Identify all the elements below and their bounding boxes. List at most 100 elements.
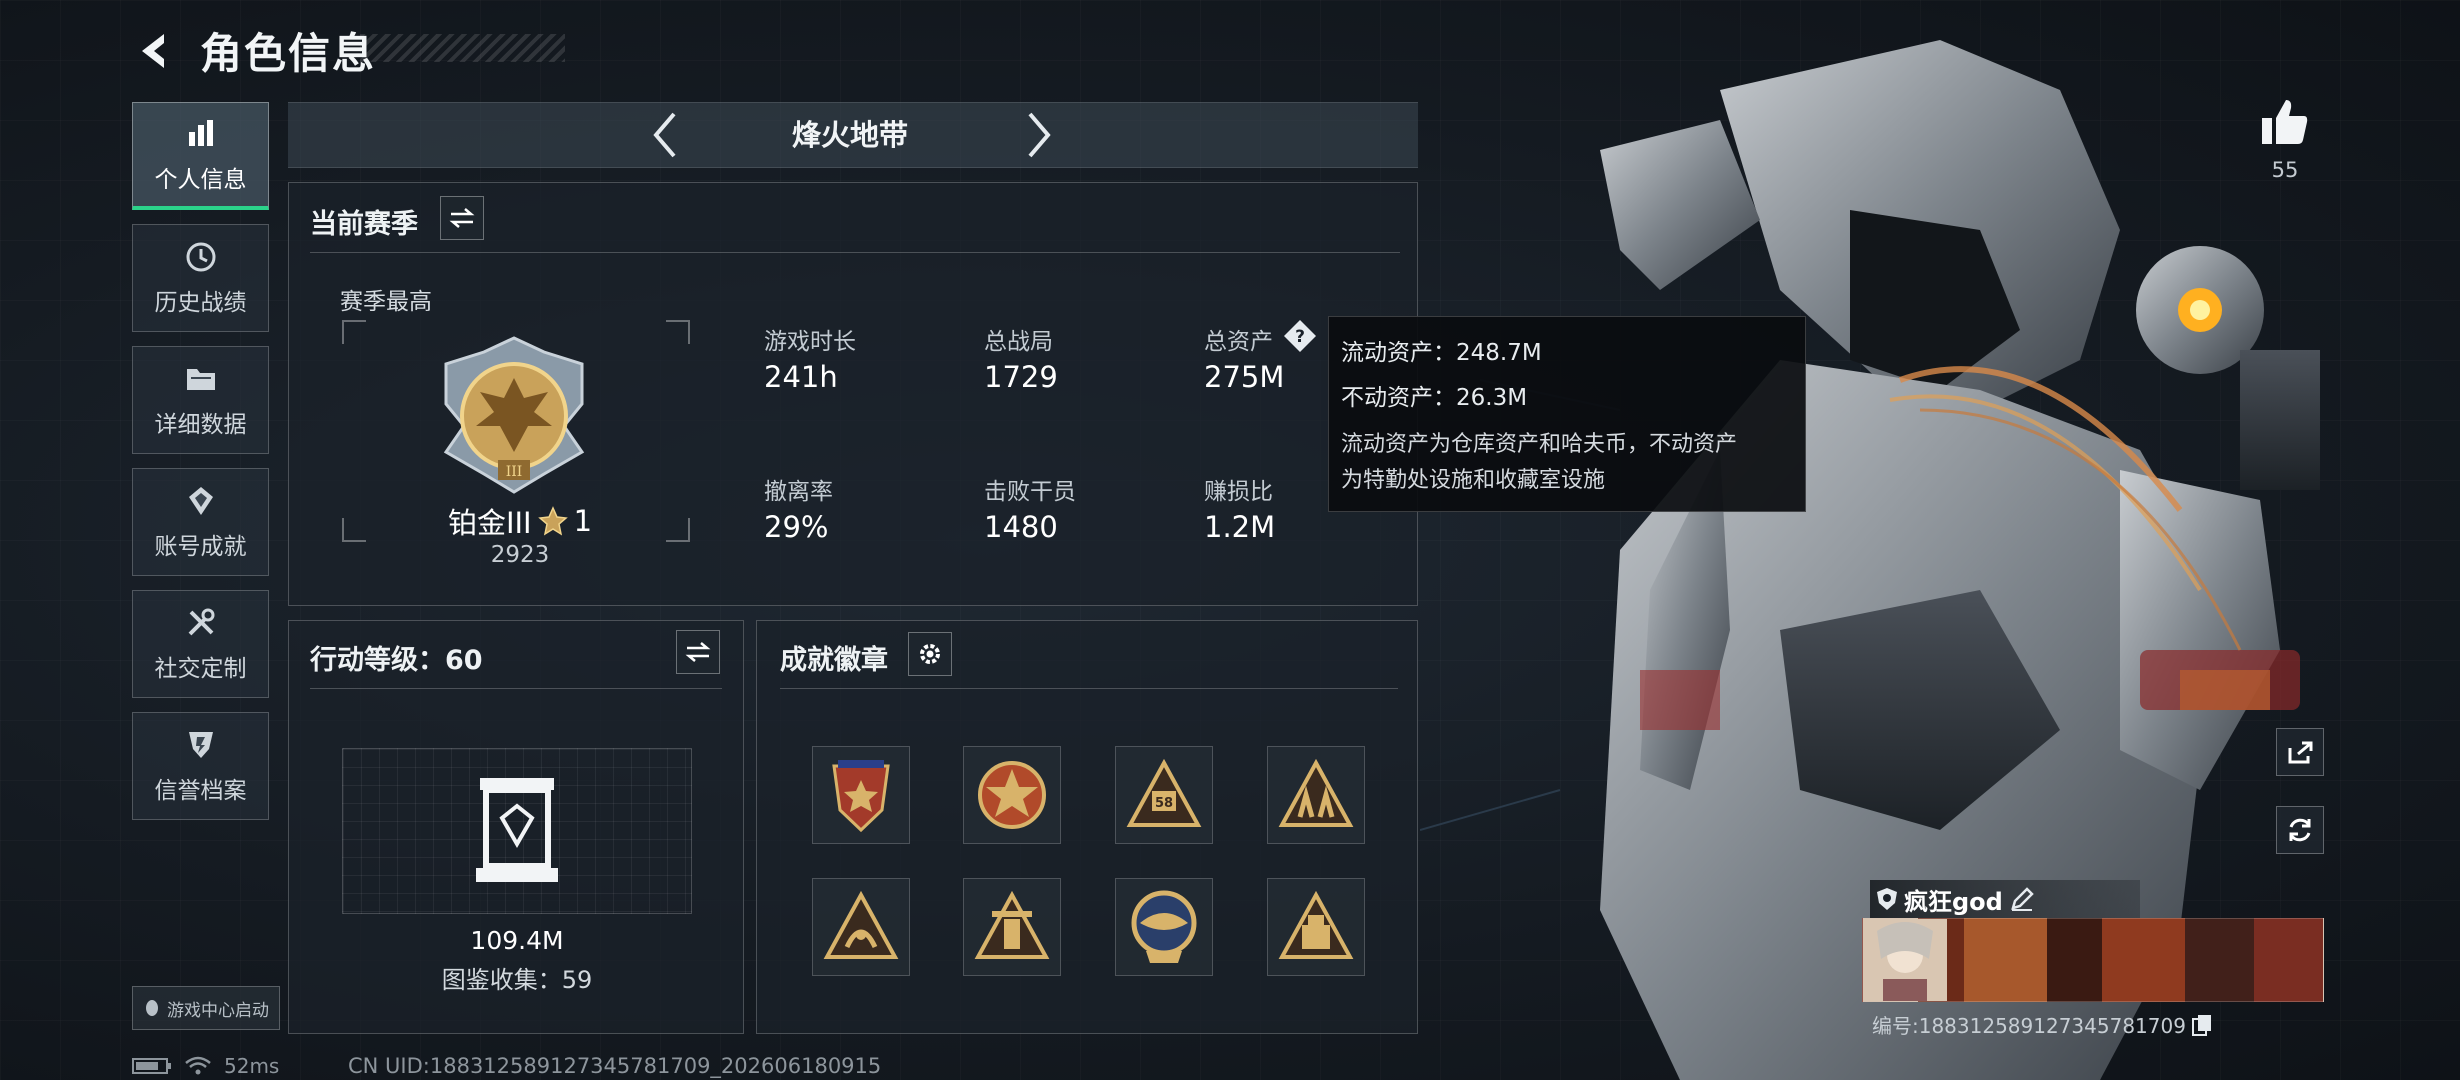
stat-label: 击败干员 bbox=[984, 479, 1076, 505]
badges-title: 成就徽章 bbox=[780, 645, 888, 676]
share-button[interactable] bbox=[2276, 728, 2324, 776]
rank-emblem-icon: III bbox=[443, 336, 585, 494]
stat-value: 1.2M bbox=[1204, 510, 1276, 544]
sidebar-item-social[interactable]: 社交定制 bbox=[132, 590, 269, 698]
stat-label: 赚损比 bbox=[1204, 479, 1273, 505]
refresh-button[interactable] bbox=[2276, 806, 2324, 854]
next-mode-arrow-icon[interactable] bbox=[1024, 110, 1054, 160]
badge-circle-wing-icon bbox=[1131, 890, 1197, 963]
season-switch-button[interactable] bbox=[440, 196, 484, 240]
sidebar-item-label: 社交定制 bbox=[154, 656, 247, 682]
season-divider bbox=[310, 252, 1400, 253]
badge-item[interactable]: 58 bbox=[1115, 746, 1213, 844]
action-level-switch-button[interactable] bbox=[676, 630, 720, 674]
badge-triangle-tower-icon bbox=[974, 891, 1050, 959]
badge-star-circle-icon bbox=[978, 761, 1046, 829]
player-banner[interactable] bbox=[1862, 918, 2324, 1002]
wifi-icon bbox=[185, 1056, 211, 1075]
sidebar-item-personal-info[interactable]: 个人信息 bbox=[132, 102, 269, 210]
title-decoration bbox=[360, 34, 565, 62]
assets-description-line2: 为特勤处设施和收藏室设施 bbox=[1341, 468, 1606, 493]
uid-text: CN UID:18831258912734578170​9_2026061809… bbox=[348, 1054, 882, 1078]
swap-icon bbox=[685, 642, 711, 662]
action-level-title: 行动等级：60 bbox=[310, 645, 483, 676]
prev-mode-arrow-icon[interactable] bbox=[650, 110, 680, 160]
stat-label: 总资产 bbox=[1204, 329, 1273, 355]
badge-item[interactable] bbox=[1115, 878, 1213, 976]
svg-text:58: 58 bbox=[1155, 796, 1173, 811]
badge-triangle-58-icon: 58 bbox=[1126, 759, 1202, 827]
badge-item[interactable] bbox=[1267, 878, 1365, 976]
season-title: 当前赛季 bbox=[310, 209, 418, 240]
game-center-launch-button[interactable]: 游戏中心启动 bbox=[132, 986, 280, 1030]
sidebar-item-label: 详细数据 bbox=[154, 412, 247, 438]
refresh-icon bbox=[2289, 818, 2311, 842]
sidebar-item-label: 账号成就 bbox=[154, 534, 247, 560]
sidebar-item-achievements[interactable]: 账号成就 bbox=[132, 468, 269, 576]
stat-value: 1729 bbox=[984, 360, 1058, 394]
sidebar-item-credit[interactable]: 信誉档案 bbox=[132, 712, 269, 820]
badges-divider bbox=[780, 688, 1398, 689]
stat-label: 游戏时长 bbox=[764, 329, 856, 355]
thumbs-up-icon[interactable] bbox=[2260, 98, 2310, 146]
stat-value: 241h bbox=[764, 360, 838, 394]
badge-shield-star-icon bbox=[832, 760, 890, 833]
badge-item[interactable] bbox=[812, 878, 910, 976]
total-assets-help-button[interactable]: ? bbox=[1282, 318, 1318, 354]
back-arrow-icon[interactable] bbox=[132, 28, 178, 74]
svg-text:III: III bbox=[506, 464, 523, 480]
player-name-bar: 疯狂god bbox=[1870, 880, 2140, 918]
collection-case-icon bbox=[476, 778, 558, 882]
action-divider bbox=[310, 688, 722, 689]
svg-text:?: ? bbox=[1295, 327, 1305, 347]
badge-item[interactable] bbox=[812, 746, 910, 844]
stat-value: 275M bbox=[1204, 360, 1285, 394]
badge-triangle-figures-icon bbox=[1278, 759, 1354, 827]
liquid-assets-text: 流动资产：248.7M bbox=[1341, 340, 1542, 366]
assets-tooltip: 流动资产：248.7M 不动资产：26.3M 流动资产为仓库资产和哈夫币，不动资… bbox=[1328, 316, 1806, 512]
player-id: 编号:18831258912734578170​9 bbox=[1872, 1014, 2186, 1038]
page-title: 角色信息 bbox=[200, 29, 377, 78]
stat-label: 总战局 bbox=[984, 329, 1053, 355]
collection-value: 109.4M bbox=[470, 926, 564, 955]
sidebar-item-label: 历史战绩 bbox=[154, 290, 247, 316]
credit-shield-icon bbox=[188, 732, 213, 758]
rank-stars: 1 bbox=[573, 504, 593, 538]
badge-item[interactable] bbox=[1267, 746, 1365, 844]
penguin-icon bbox=[146, 1000, 158, 1016]
sidebar-item-history[interactable]: 历史战绩 bbox=[132, 224, 269, 332]
frame-corner bbox=[666, 320, 690, 344]
sidebar-item-label: 信誉档案 bbox=[154, 778, 247, 804]
achievement-icon bbox=[188, 487, 213, 515]
player-name: 疯狂god bbox=[1904, 887, 2003, 916]
sidebar-item-details[interactable]: 详细数据 bbox=[132, 346, 269, 454]
gear-icon bbox=[920, 644, 940, 664]
bar-chart-icon bbox=[188, 119, 213, 146]
edit-icon[interactable] bbox=[2009, 886, 2035, 912]
shield-badge-icon bbox=[1877, 888, 1897, 910]
battery-icon bbox=[132, 1058, 171, 1074]
swap-icon bbox=[449, 208, 475, 228]
frame-corner bbox=[666, 518, 690, 542]
star-icon bbox=[537, 506, 568, 536]
badges-settings-button[interactable] bbox=[908, 632, 952, 676]
like-count: 55 bbox=[2271, 158, 2299, 182]
rank-name: 铂金III bbox=[447, 506, 532, 540]
status-bar: 52ms bbox=[132, 1054, 279, 1078]
player-id-row: 编号:18831258912734578170​9 bbox=[1872, 1010, 2212, 1039]
rank-score: 2923 bbox=[490, 542, 550, 568]
rank-info: 铂金III 1 bbox=[440, 500, 600, 542]
badge-item[interactable] bbox=[963, 746, 1061, 844]
stat-value: 29% bbox=[764, 510, 829, 544]
ping-text: 52ms bbox=[224, 1054, 280, 1078]
stat-label: 撤离率 bbox=[764, 479, 833, 505]
assets-description-line1: 流动资产为仓库资产和哈夫币，不动资产 bbox=[1341, 432, 1738, 457]
copy-icon[interactable] bbox=[2191, 1014, 2212, 1036]
question-icon: ? bbox=[1284, 320, 1316, 352]
stat-value: 1480 bbox=[984, 510, 1058, 544]
game-center-label: 游戏中心启动 bbox=[167, 1000, 269, 1021]
season-best-label: 赛季最高 bbox=[340, 289, 432, 315]
badge-item[interactable] bbox=[963, 878, 1061, 976]
sidebar-item-label: 个人信息 bbox=[154, 166, 247, 193]
tools-icon bbox=[188, 608, 214, 636]
